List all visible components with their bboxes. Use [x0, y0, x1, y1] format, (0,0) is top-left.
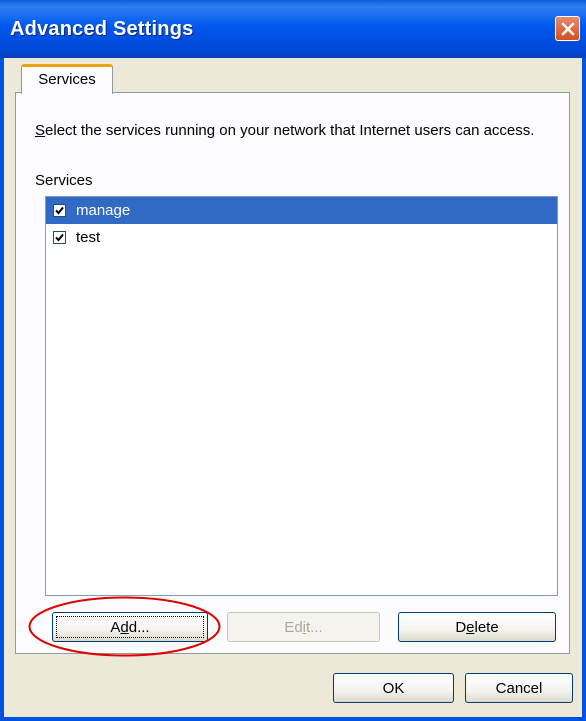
service-checkbox[interactable]	[53, 204, 66, 217]
window-title: Advanced Settings	[10, 18, 194, 40]
close-button[interactable]	[555, 16, 580, 41]
services-list-label: Services	[35, 172, 93, 189]
edit-button[interactable]: Edit...	[227, 612, 380, 642]
ok-button[interactable]: OK	[333, 673, 454, 703]
service-checkbox[interactable]	[53, 231, 66, 244]
cancel-button[interactable]: Cancel	[465, 673, 573, 703]
delete-label: Delete	[455, 618, 499, 636]
list-item[interactable]: test	[46, 224, 557, 251]
checkmark-icon	[55, 233, 64, 242]
description-text: Select the services running on your netw…	[35, 121, 560, 140]
service-label: test	[76, 229, 101, 246]
description-mnemonic: S	[35, 122, 46, 139]
edit-label: Edit...	[284, 618, 323, 636]
close-icon	[560, 21, 575, 36]
description-rest: elect the services running on your netwo…	[45, 122, 535, 139]
tab-services[interactable]: Services	[21, 64, 113, 94]
highlight-ellipse	[28, 596, 221, 657]
checkmark-icon	[55, 206, 64, 215]
list-item[interactable]: manage	[46, 197, 557, 224]
delete-button[interactable]: Delete	[398, 612, 556, 642]
title-bar[interactable]: Advanced Settings	[0, 0, 586, 58]
services-list[interactable]: manage test	[45, 196, 558, 596]
service-label: manage	[76, 202, 131, 219]
